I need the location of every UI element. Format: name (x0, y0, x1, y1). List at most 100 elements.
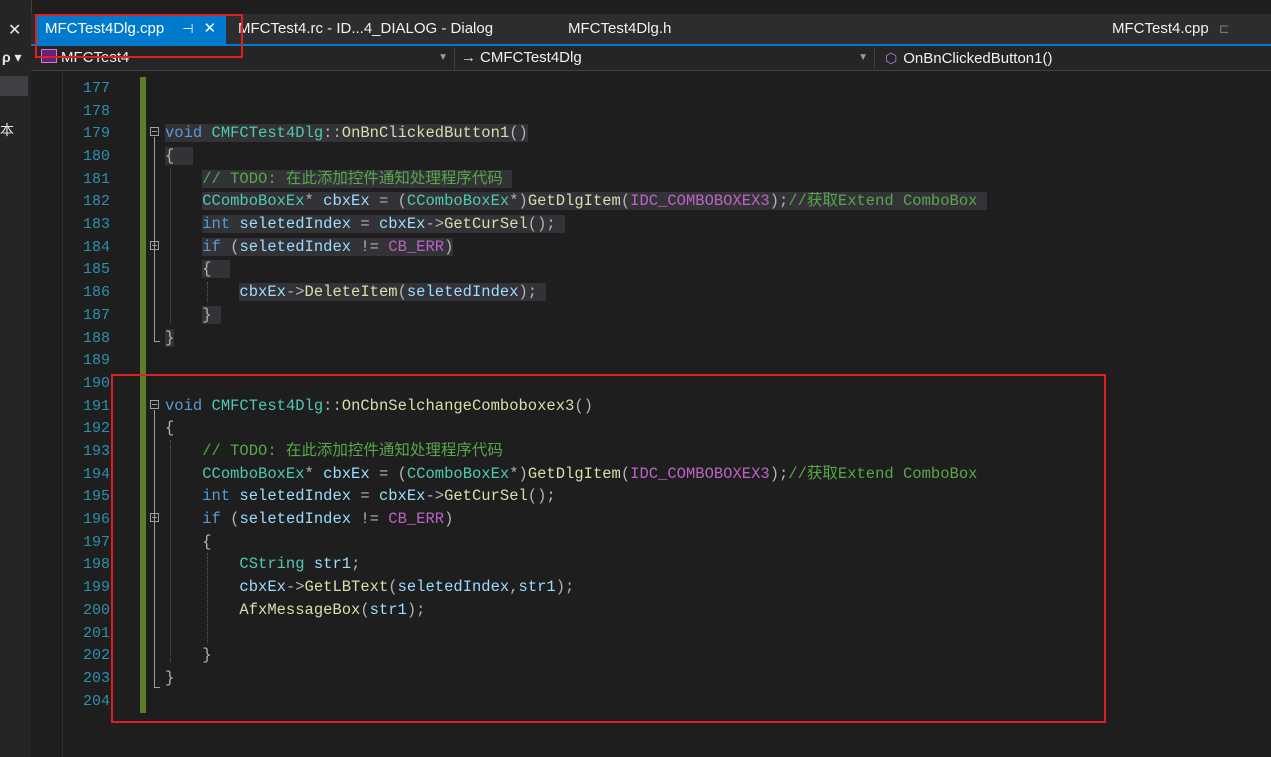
line-number: 184 (82, 239, 110, 256)
line-number: 189 (82, 352, 110, 369)
code-line: } (165, 327, 175, 350)
chevron-down-icon: ▼ (438, 52, 448, 63)
class-scope-icon: → (461, 49, 476, 66)
line-number: 177 (82, 80, 110, 97)
line-number: 204 (82, 693, 110, 710)
search-icon[interactable]: ρ ▾ (2, 49, 22, 66)
line-number: 198 (82, 556, 110, 573)
class-dropdown[interactable]: → CMFCTest4Dlg ▼ (457, 47, 875, 69)
line-number: 202 (82, 647, 110, 664)
left-strip-label: 本 (0, 122, 14, 138)
code-line: if (seletedIndex != CB_ERR) (165, 236, 454, 259)
token: int (202, 215, 231, 233)
token: cbxEx (378, 215, 426, 233)
token: -> (425, 215, 445, 233)
line-number: 200 (82, 602, 110, 619)
token: * (304, 192, 324, 210)
token: if (202, 238, 221, 256)
tab-label: MFCTest4.rc - ID...4_DIALOG - Dialog (238, 20, 494, 37)
line-number: 182 (82, 193, 110, 210)
close-icon[interactable]: ✕ (8, 20, 21, 40)
token: != (351, 238, 389, 256)
token: seletedIndex (230, 215, 352, 233)
method-dropdown[interactable]: ⬡ OnBnClickedButton1() (877, 47, 1271, 69)
token: ( (220, 238, 240, 256)
token: } (165, 329, 175, 347)
token: CComboBoxEx (202, 192, 305, 210)
token: cbxEx (239, 283, 286, 301)
fold-toggle[interactable] (150, 241, 159, 250)
tab-label: MFCTest4Dlg.h (568, 20, 672, 37)
line-number: 186 (82, 284, 110, 301)
code-line: CComboBoxEx* cbxEx = (CComboBoxEx*)GetDl… (165, 190, 987, 213)
token: CMFCTest4Dlg (211, 124, 324, 142)
code-line: cbxEx->DeleteItem(seletedIndex); (165, 281, 547, 304)
token: void (165, 124, 203, 142)
code-line: void CMFCTest4Dlg::OnBnClickedButton1() (165, 122, 528, 145)
fold-toggle[interactable] (150, 127, 159, 136)
line-number: 196 (82, 511, 110, 528)
token: { (202, 260, 212, 278)
token: = ( (369, 192, 407, 210)
indicator-margin (33, 71, 63, 757)
token: ( (620, 192, 631, 210)
class-name: CMFCTest4Dlg (480, 49, 582, 66)
line-number: 179 (82, 125, 110, 142)
line-number: 190 (82, 375, 110, 392)
line-number: 178 (82, 103, 110, 120)
tab-mfctest4dlg-h[interactable]: MFCTest4Dlg.h (568, 14, 671, 44)
pin-icon[interactable]: ⊏ (1219, 21, 1230, 36)
fold-line (154, 137, 155, 341)
highlight-box-tab (35, 14, 243, 58)
token: ); (769, 192, 789, 210)
token: () (509, 124, 528, 142)
code-line: { (165, 145, 193, 168)
token: ); (518, 283, 538, 301)
line-number: 195 (82, 488, 110, 505)
line-number: 199 (82, 579, 110, 596)
line-number: 183 (82, 216, 110, 233)
token: { (165, 147, 175, 165)
code-line: // TODO: 在此添加控件通知处理程序代码 (165, 168, 513, 191)
line-number: 197 (82, 534, 110, 551)
line-number: 194 (82, 466, 110, 483)
token: CComboBoxEx (406, 192, 510, 210)
token: IDC_COMBOBOXEX3 (630, 192, 770, 210)
tab-label: MFCTest4.cpp (1112, 20, 1209, 37)
token: = (351, 215, 379, 233)
code-line: int seletedIndex = cbxEx->GetCurSel(); (165, 213, 566, 236)
line-number: 203 (82, 670, 110, 687)
token: // TODO: 在此添加控件通知处理程序代码 (202, 170, 503, 188)
left-tool-strip: ✕ ρ ▾ 本 (0, 0, 32, 757)
token: CB_ERR (388, 238, 445, 256)
line-number: 181 (82, 171, 110, 188)
token: seletedIndex (239, 238, 352, 256)
line-number: 191 (82, 398, 110, 415)
line-number: 187 (82, 307, 110, 324)
line-number: 185 (82, 261, 110, 278)
token: cbxEx (323, 192, 370, 210)
line-number: 193 (82, 443, 110, 460)
token: *) (509, 192, 528, 210)
token: ( (397, 283, 407, 301)
token: GetDlgItem (527, 192, 621, 210)
token: } (202, 306, 212, 324)
token: :: (323, 124, 342, 142)
token: seletedIndex (406, 283, 519, 301)
selected-item[interactable] (0, 76, 28, 96)
token: DeleteItem (304, 283, 398, 301)
line-number: 188 (82, 330, 110, 347)
code-line: { (165, 258, 231, 281)
token: -> (285, 283, 305, 301)
line-number: 201 (82, 625, 110, 642)
chevron-down-icon: ▼ (858, 52, 868, 63)
tab-mfctest4-rc[interactable]: MFCTest4.rc - ID...4_DIALOG - Dialog (238, 14, 493, 44)
token: //获取Extend ComboBox (788, 192, 978, 210)
method-name: OnBnClickedButton1() (903, 50, 1053, 67)
highlight-box-code (111, 374, 1106, 723)
tab-mfctest4-cpp[interactable]: MFCTest4.cpp ⊏ (1112, 14, 1230, 44)
line-number: 192 (82, 420, 110, 437)
line-number: 180 (82, 148, 110, 165)
fold-end (154, 341, 160, 342)
code-line: } (165, 304, 221, 327)
